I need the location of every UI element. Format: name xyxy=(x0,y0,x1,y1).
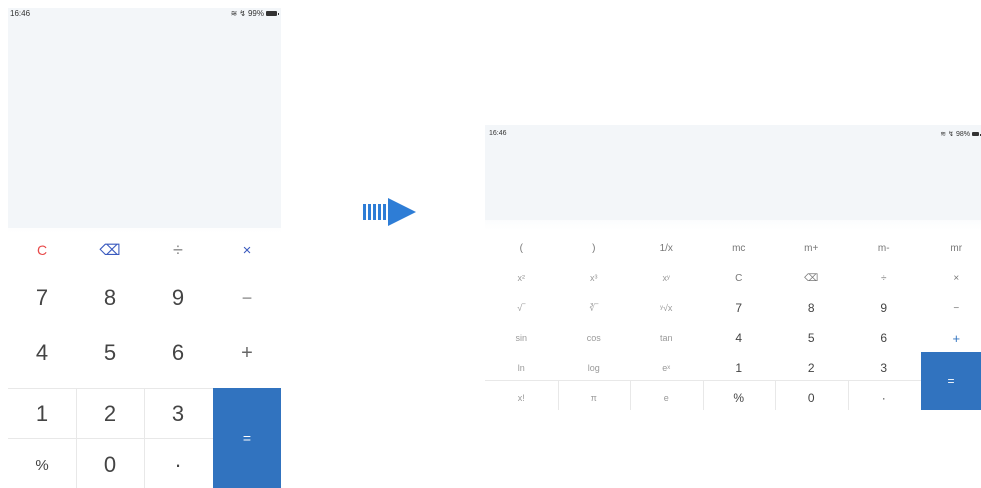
sine-button[interactable]: sin xyxy=(485,323,558,353)
cosine-button[interactable]: cos xyxy=(558,323,631,353)
status-bar-right: ≋ ↯ 98% xyxy=(940,130,981,138)
wifi-icon: ≋ xyxy=(230,9,238,18)
memory-subtract-button[interactable]: m- xyxy=(848,233,921,263)
cube-button[interactable]: x³ xyxy=(558,263,631,293)
clear-button[interactable]: C xyxy=(703,263,776,293)
arrow-head xyxy=(388,198,416,226)
arrow-bar xyxy=(363,204,366,220)
digit-3-button[interactable]: 3 xyxy=(144,393,212,435)
memory-add-button[interactable]: m+ xyxy=(775,233,848,263)
euler-button[interactable]: e xyxy=(630,383,703,413)
digit-4-button[interactable]: 4 xyxy=(8,333,76,373)
exp-button[interactable]: eˣ xyxy=(630,353,703,383)
equals-button[interactable]: = xyxy=(921,352,981,410)
minus-button[interactable]: − xyxy=(920,293,981,323)
percent-button[interactable]: % xyxy=(703,383,776,413)
calculator-display xyxy=(8,8,281,228)
backspace-button[interactable]: ⌫ xyxy=(76,232,144,268)
backspace-button[interactable]: ⌫ xyxy=(775,263,848,293)
divide-button[interactable]: ÷ xyxy=(144,232,212,268)
clear-button[interactable]: C xyxy=(8,232,76,268)
decimal-button[interactable]: · xyxy=(848,383,921,413)
plus-button[interactable]: + xyxy=(213,333,281,373)
arrow-bar xyxy=(373,204,376,220)
digit-0-button[interactable]: 0 xyxy=(76,445,144,485)
digit-3-button[interactable]: 3 xyxy=(848,353,921,383)
close-paren-button[interactable]: ) xyxy=(558,233,631,263)
digit-5-button[interactable]: 5 xyxy=(775,323,848,353)
nth-root-button[interactable]: ʸ√x xyxy=(630,293,703,323)
factorial-button[interactable]: x! xyxy=(485,383,558,413)
portrait-calculator: 16:46 ≋ ↯ 99% C ⌫ ÷ × 7 8 9 − 4 5 6 + 1 … xyxy=(8,8,281,488)
battery-icon xyxy=(972,132,981,136)
digit-9-button[interactable]: 9 xyxy=(144,278,212,318)
status-time: 16:46 xyxy=(10,9,31,18)
landscape-calculator: 16:46 ≋ ↯ 98% () 1/x mc m+ m-mr x² x³ xʸ C ⌫ ÷ × √‾ ∛… xyxy=(485,125,981,415)
digit-9-button[interactable]: 9 xyxy=(848,293,921,323)
cube-root-button[interactable]: ∛‾ xyxy=(558,293,631,323)
divide-button[interactable]: ÷ xyxy=(848,263,921,293)
battery-percent: 99% xyxy=(247,9,264,18)
status-bar-right: ≋ ↯ 99% xyxy=(230,9,279,18)
reciprocal-button[interactable]: 1/x xyxy=(630,233,703,263)
wifi-icon: ≋ xyxy=(940,131,947,138)
square-root-button[interactable]: √‾ xyxy=(485,293,558,323)
percent-button[interactable]: % xyxy=(8,445,76,485)
digit-2-button[interactable]: 2 xyxy=(775,353,848,383)
digit-8-button[interactable]: 8 xyxy=(775,293,848,323)
digit-6-button[interactable]: 6 xyxy=(848,323,921,353)
power-button[interactable]: xʸ xyxy=(630,263,703,293)
log-button[interactable]: log xyxy=(558,353,631,383)
signal-icon: ↯ xyxy=(948,131,954,138)
multiply-button[interactable]: × xyxy=(213,232,281,268)
signal-icon: ↯ xyxy=(239,9,246,18)
memory-recall-button[interactable]: mr xyxy=(920,233,981,263)
digit-5-button[interactable]: 5 xyxy=(76,333,144,373)
equals-button[interactable]: = xyxy=(213,388,281,488)
arrow-right-icon xyxy=(363,198,416,226)
battery-icon xyxy=(266,11,279,16)
digit-2-button[interactable]: 2 xyxy=(76,393,144,435)
open-paren-button[interactable]: ( xyxy=(485,233,558,263)
arrow-bar xyxy=(383,204,386,220)
tangent-button[interactable]: tan xyxy=(630,323,703,353)
natural-log-button[interactable]: ln xyxy=(485,353,558,383)
arrow-bar xyxy=(368,204,371,220)
plus-button[interactable]: + xyxy=(920,323,981,353)
digit-7-button[interactable]: 7 xyxy=(8,278,76,318)
digit-1-button[interactable]: 1 xyxy=(703,353,776,383)
arrow-bar xyxy=(378,204,381,220)
digit-8-button[interactable]: 8 xyxy=(76,278,144,318)
battery-percent: 98% xyxy=(955,130,970,138)
digit-7-button[interactable]: 7 xyxy=(703,293,776,323)
square-button[interactable]: x² xyxy=(485,263,558,293)
minus-button[interactable]: − xyxy=(213,278,281,318)
pi-button[interactable]: π xyxy=(558,383,631,413)
digit-6-button[interactable]: 6 xyxy=(144,333,212,373)
multiply-button[interactable]: × xyxy=(920,263,981,293)
status-time: 16:46 xyxy=(489,130,507,137)
digit-1-button[interactable]: 1 xyxy=(8,393,76,435)
decimal-button[interactable]: · xyxy=(144,445,212,485)
digit-4-button[interactable]: 4 xyxy=(703,323,776,353)
memory-clear-button[interactable]: mc xyxy=(703,233,776,263)
digit-0-button[interactable]: 0 xyxy=(775,383,848,413)
